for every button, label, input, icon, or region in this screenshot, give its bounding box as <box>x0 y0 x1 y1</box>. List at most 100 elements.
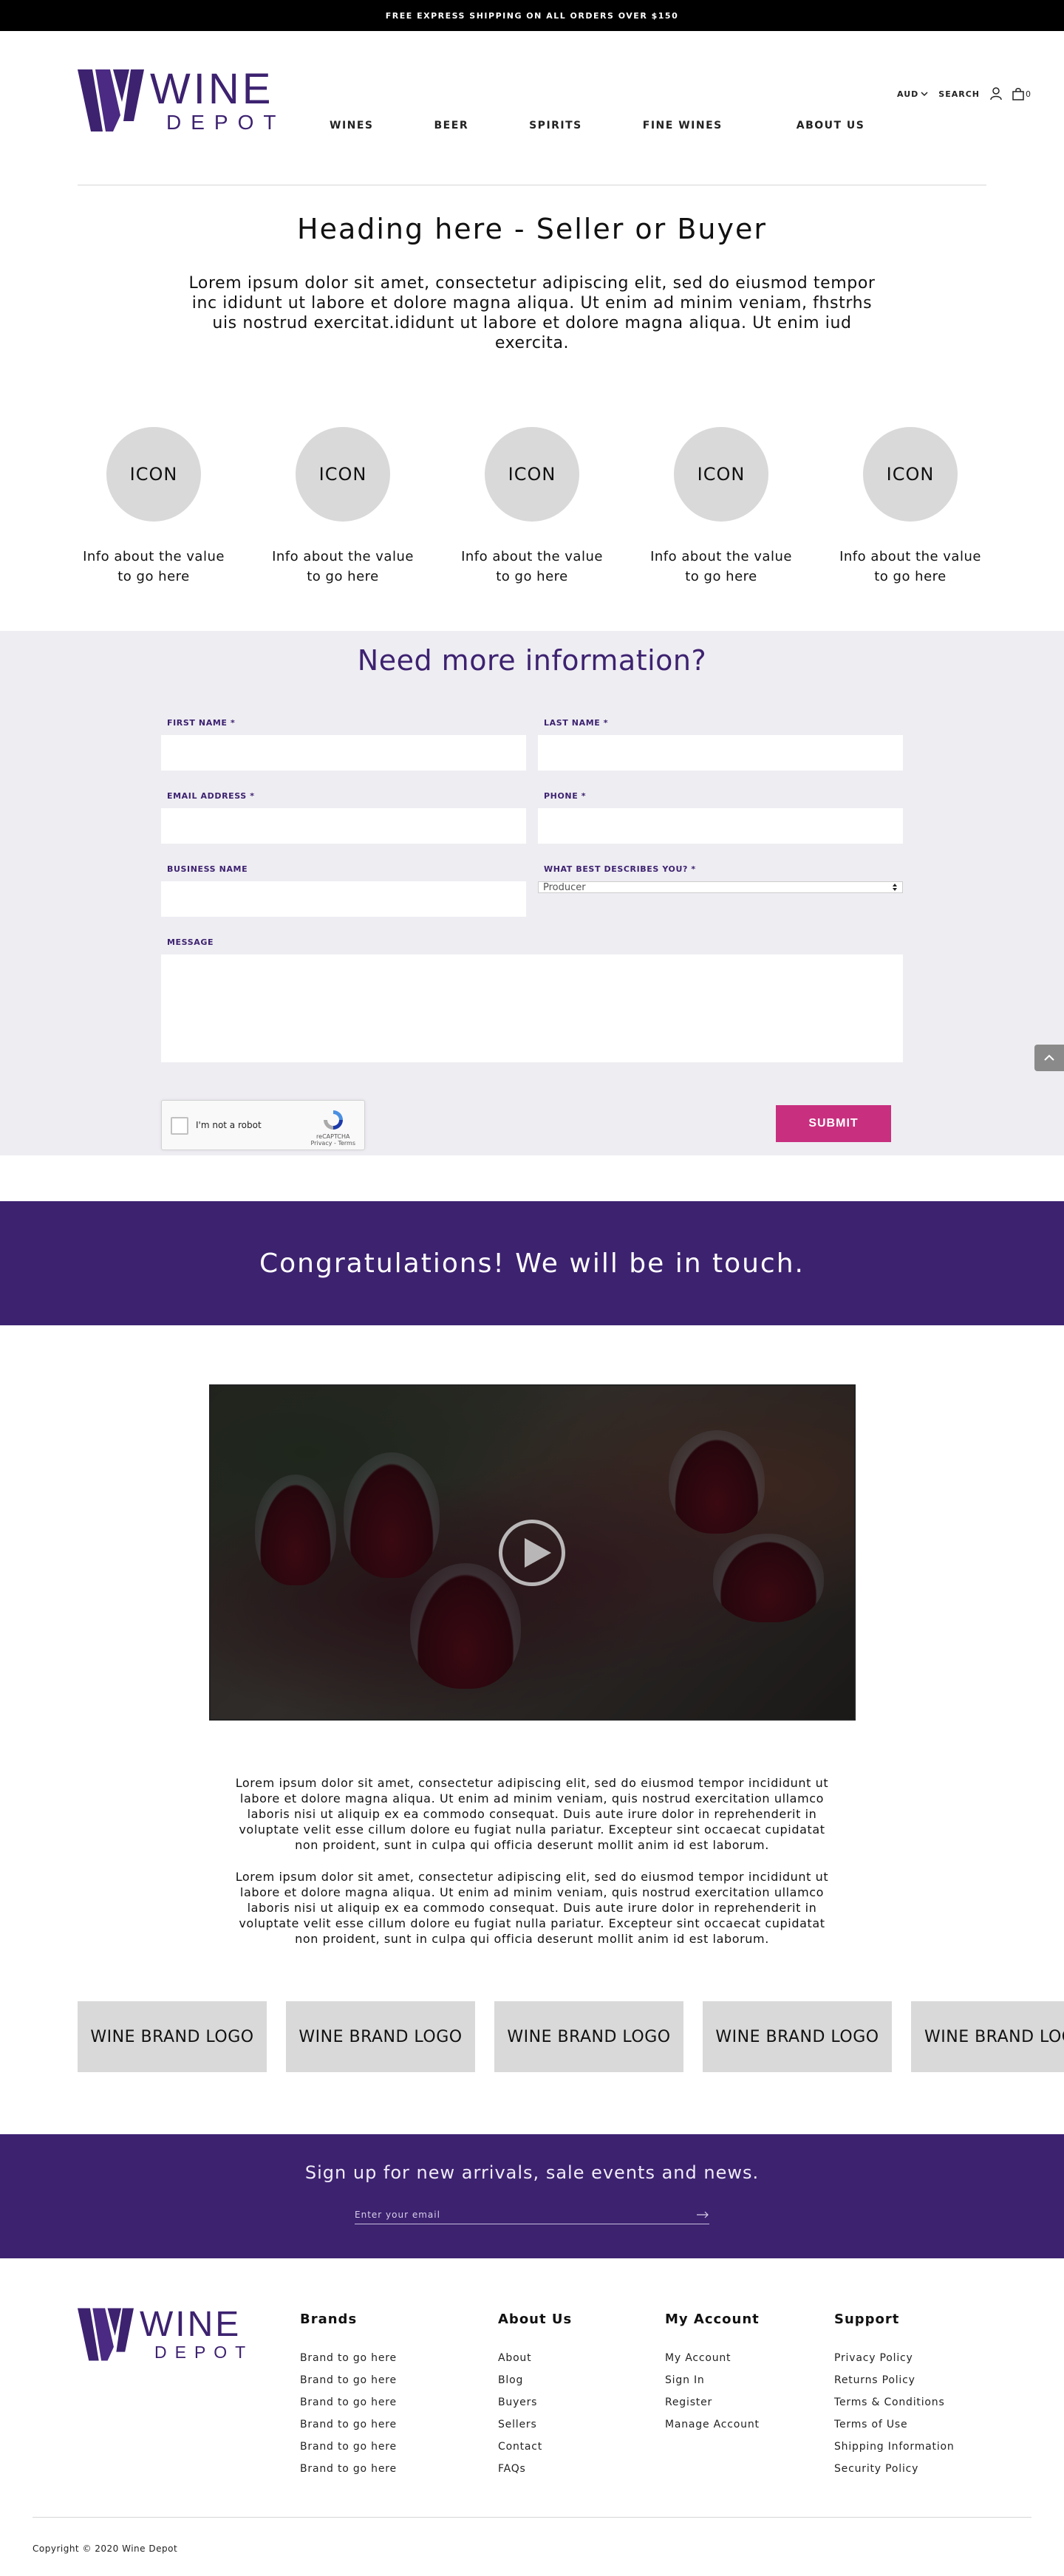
feature-item: ICON Info about the value to go here <box>248 427 437 587</box>
footer-about-title: About Us <box>498 2312 573 2327</box>
wine-depot-logo-icon <box>78 2308 134 2360</box>
footer-link[interactable]: Privacy Policy <box>834 2352 955 2374</box>
footer-link[interactable]: Contact <box>498 2441 572 2463</box>
recaptcha-widget: I'm not a robot reCAPTCHA Privacy - Term… <box>161 1100 365 1150</box>
recaptcha-label: I'm not a robot <box>196 1120 262 1130</box>
footer-support-column: Support Privacy Policy Returns Policy Te… <box>834 2312 955 2485</box>
newsletter-email-placeholder: Enter your email <box>355 2209 440 2220</box>
utility-nav: AUD SEARCH 0 <box>897 87 1031 100</box>
footer-account-title: My Account <box>665 2312 760 2327</box>
feature-item: ICON Info about the value to go here <box>816 427 1005 587</box>
first-name-field[interactable] <box>161 735 526 771</box>
newsletter-email-field[interactable]: Enter your email <box>355 2205 709 2224</box>
copyright-text: Copyright © 2020 Wine Depot <box>33 2543 178 2554</box>
cart-button[interactable]: 0 <box>1012 87 1031 100</box>
feature-text: Info about the value to go here <box>83 549 225 584</box>
footer-link[interactable]: Blog <box>498 2374 572 2396</box>
footer-link[interactable]: Brand to go here <box>300 2463 397 2485</box>
brand-logo[interactable]: WINE BRAND LOGO <box>286 2001 475 2072</box>
feature-icon: ICON <box>106 427 201 522</box>
footer-link[interactable]: Brand to go here <box>300 2352 397 2374</box>
wine-depot-logo-icon <box>78 69 144 131</box>
bag-icon <box>1012 88 1024 100</box>
recaptcha-checkbox[interactable] <box>171 1117 188 1135</box>
nav-fine-wines[interactable]: FINE WINES <box>643 120 723 131</box>
brand-logo[interactable]: WINE BRAND LOGO <box>78 2001 267 2072</box>
brand-logo[interactable]: WINE BRAND LOGO <box>911 2001 1064 2072</box>
last-name-field[interactable] <box>538 735 903 771</box>
nav-wines[interactable]: WINES <box>330 120 374 131</box>
footer-link[interactable]: Security Policy <box>834 2463 955 2485</box>
features-row: ICON Info about the value to go here ICO… <box>0 427 1064 587</box>
feature-icon: ICON <box>863 427 958 522</box>
footer-brands-title: Brands <box>300 2312 358 2327</box>
footer-link[interactable]: Register <box>665 2396 760 2419</box>
page-heading: Heading here - Seller or Buyer <box>297 213 767 245</box>
phone-label: PHONE * <box>544 791 587 801</box>
business-name-label: BUSINESS NAME <box>167 864 248 874</box>
feature-item: ICON Info about the value to go here <box>437 427 627 587</box>
footer-about-column: About Us About Blog Buyers Sellers Conta… <box>498 2312 572 2485</box>
footer-link[interactable]: Brand to go here <box>300 2441 397 2463</box>
footer-link[interactable]: Terms & Conditions <box>834 2396 955 2419</box>
footer-link[interactable]: Shipping Information <box>834 2441 955 2463</box>
currency-selector[interactable]: AUD <box>897 89 928 99</box>
site-logo[interactable]: WINE DEPOT <box>78 68 285 133</box>
message-field[interactable] <box>161 954 903 1062</box>
contact-form: FIRST NAME * LAST NAME * EMAIL ADDRESS *… <box>161 718 903 1065</box>
body-text-section: Lorem ipsum dolor sit amet, consectetur … <box>229 1775 835 1947</box>
play-icon[interactable] <box>499 1519 565 1586</box>
video-player[interactable] <box>208 1384 856 1721</box>
arrow-right-icon[interactable] <box>696 2211 709 2218</box>
email-field[interactable] <box>161 808 526 844</box>
feature-icon: ICON <box>485 427 579 522</box>
site-header: WINE DEPOT WINES BEER SPIRITS FINE WINES… <box>0 31 1064 185</box>
nav-about-us[interactable]: ABOUT US <box>797 120 865 131</box>
footer-link[interactable]: Buyers <box>498 2396 572 2419</box>
footer-link[interactable]: Returns Policy <box>834 2374 955 2396</box>
cart-count: 0 <box>1026 89 1031 99</box>
scroll-to-top-button[interactable] <box>1034 1045 1064 1071</box>
feature-text: Info about the value to go here <box>650 549 792 584</box>
newsletter-signup: Sign up for new arrivals, sale events an… <box>0 2134 1064 2258</box>
submit-button[interactable]: SUBMIT <box>776 1105 891 1142</box>
footer-link[interactable]: Brand to go here <box>300 2396 397 2419</box>
footer-link[interactable]: Brand to go here <box>300 2419 397 2441</box>
describes-you-value: Producer <box>543 881 586 893</box>
footer-link[interactable]: Sign In <box>665 2374 760 2396</box>
nav-beer[interactable]: BEER <box>434 120 469 131</box>
footer-logo[interactable]: WINE DEPOT <box>78 2307 253 2361</box>
brand-logo[interactable]: WINE BRAND LOGO <box>494 2001 683 2072</box>
footer-brands-column: Brands Brand to go here Brand to go here… <box>300 2312 397 2485</box>
business-name-field[interactable] <box>161 881 526 917</box>
user-icon[interactable] <box>990 87 1002 100</box>
phone-field[interactable] <box>538 808 903 844</box>
currency-label: AUD <box>897 89 919 99</box>
main-nav: WINES BEER SPIRITS FINE WINES ABOUT US <box>330 120 864 131</box>
footer-link[interactable]: Terms of Use <box>834 2419 955 2441</box>
footer-link[interactable]: Brand to go here <box>300 2374 397 2396</box>
footer-link[interactable]: Manage Account <box>665 2419 760 2441</box>
nav-spirits[interactable]: SPIRITS <box>529 120 582 131</box>
footer-link[interactable]: FAQs <box>498 2463 572 2485</box>
feature-text: Info about the value to go here <box>461 549 603 584</box>
recaptcha-links[interactable]: Privacy - Terms <box>311 1140 356 1147</box>
contact-form-section: Need more information? FIRST NAME * LAST… <box>0 631 1064 1155</box>
confirmation-banner: Congratulations! We will be in touch. <box>0 1201 1064 1325</box>
last-name-label: LAST NAME * <box>544 718 609 728</box>
chevron-down-icon <box>921 92 928 97</box>
logo-depot-text: DEPOT <box>154 2343 254 2362</box>
confirmation-text: Congratulations! We will be in touch. <box>259 1248 805 1279</box>
describes-you-select[interactable]: Producer <box>538 881 903 893</box>
footer-link[interactable]: My Account <box>665 2352 760 2374</box>
feature-text: Info about the value to go here <box>839 549 981 584</box>
hero-text: Lorem ipsum dolor sit amet, consectetur … <box>188 274 876 352</box>
footer-link[interactable]: About <box>498 2352 572 2374</box>
footer-link[interactable]: Sellers <box>498 2419 572 2441</box>
logo-wine-text: WINE <box>150 65 274 113</box>
search-link[interactable]: SEARCH <box>938 89 980 99</box>
body-paragraph: Lorem ipsum dolor sit amet, consectetur … <box>235 1870 829 1946</box>
feature-text: Info about the value to go here <box>272 549 414 584</box>
brand-logo[interactable]: WINE BRAND LOGO <box>703 2001 892 2072</box>
shipping-banner: FREE EXPRESS SHIPPING ON ALL ORDERS OVER… <box>0 0 1064 31</box>
